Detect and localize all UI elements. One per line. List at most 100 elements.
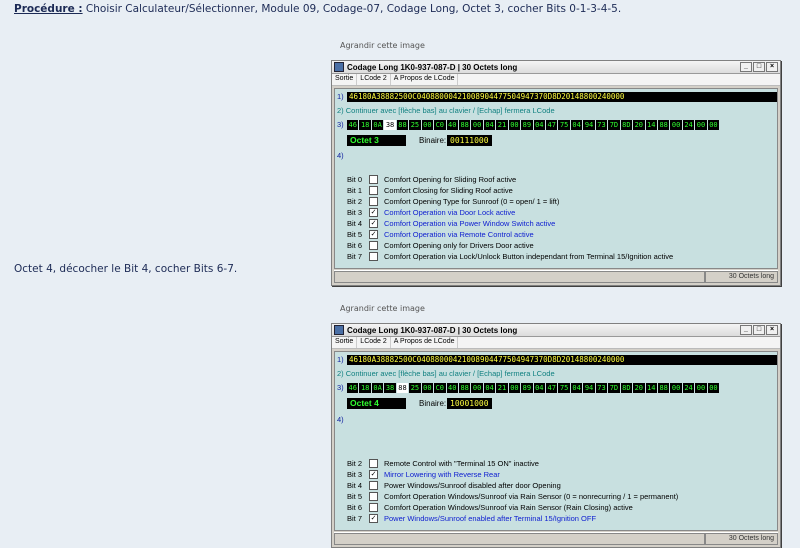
byte-cell[interactable]: 20 (633, 120, 645, 130)
byte-cell[interactable]: 47 (546, 383, 558, 393)
close-icon[interactable]: × (766, 325, 778, 335)
menu-item-2[interactable]: A Propos de LCode (391, 337, 459, 348)
byte-cell[interactable]: 88 (458, 383, 471, 393)
enlarge-image-caption-2[interactable]: Agrandir cette image (340, 304, 425, 313)
bit-checkbox[interactable]: ✓ (369, 207, 378, 217)
menu-item-2[interactable]: A Propos de LCode (391, 74, 459, 85)
bit-row[interactable]: Bit 5 Comfort Operation Windows/Sunroof v… (347, 491, 678, 501)
byte-cell[interactable]: 38 (384, 383, 396, 393)
bit-checkbox[interactable] (369, 185, 378, 195)
byte-cell[interactable]: 04 (570, 120, 583, 130)
byte-cell[interactable]: 88 (396, 383, 409, 393)
close-icon[interactable]: × (766, 62, 778, 72)
bit-row[interactable]: Bit 7 Comfort Operation via Lock/Unlock B… (347, 251, 673, 261)
byte-cell[interactable]: 04 (483, 383, 496, 393)
bit-checkbox[interactable]: ✓ (369, 229, 378, 239)
bit-row[interactable]: Bit 3 ✓ Mirror Lowering with Reverse Rear (347, 469, 500, 479)
menu-item-1[interactable]: LCode 2 (357, 337, 391, 348)
byte-cell[interactable]: 00 (695, 120, 707, 130)
bit-row[interactable]: Bit 6 Comfort Operation Windows/Sunroof v… (347, 502, 633, 512)
bit-row[interactable]: Bit 2 Comfort Opening Type for Sunroof (0… (347, 196, 559, 206)
bit-checkbox[interactable]: ✓ (369, 513, 378, 523)
byte-cell[interactable]: 88 (657, 120, 670, 130)
byte-cell[interactable]: 88 (458, 120, 471, 130)
byte-cell[interactable]: 00 (471, 383, 483, 393)
bit-row[interactable]: Bit 2 Remote Control with "Terminal 15 ON… (347, 458, 539, 468)
byte-cell[interactable]: 47 (546, 120, 558, 130)
byte-cell[interactable]: C0 (434, 383, 446, 393)
bit-checkbox[interactable] (369, 502, 378, 512)
byte-cell[interactable]: 73 (595, 120, 608, 130)
byte-cell[interactable]: 00 (508, 383, 521, 393)
byte-cell[interactable]: 20 (633, 383, 645, 393)
enlarge-image-caption-1[interactable]: Agrandir cette image (340, 41, 425, 50)
byte-cell[interactable]: 75 (558, 383, 570, 393)
bit-row[interactable]: Bit 4 ✓ Comfort Operation via Power Window… (347, 218, 555, 228)
byte-cell[interactable]: 88 (396, 120, 409, 130)
bit-checkbox[interactable] (369, 196, 378, 206)
bit-checkbox[interactable]: ✓ (369, 218, 378, 228)
byte-cell[interactable]: 18 (359, 383, 371, 393)
byte-cell[interactable]: 14 (645, 120, 657, 130)
byte-cell[interactable]: 00 (707, 383, 720, 393)
maximize-icon[interactable]: □ (753, 62, 765, 72)
byte-cell[interactable]: 46 (347, 120, 359, 130)
bit-checkbox[interactable] (369, 480, 378, 490)
byte-cell[interactable]: 24 (682, 383, 695, 393)
byte-cell[interactable]: 94 (583, 120, 595, 130)
bit-row[interactable]: Bit 0 Comfort Opening for Sliding Roof ac… (347, 174, 516, 184)
byte-cell[interactable]: 04 (483, 120, 496, 130)
byte-cell[interactable]: 89 (521, 383, 533, 393)
byte-cell[interactable]: 8D (620, 383, 633, 393)
bit-checkbox[interactable]: ✓ (369, 469, 378, 479)
byte-cell[interactable]: 25 (409, 120, 421, 130)
byte-cell[interactable]: 94 (583, 383, 595, 393)
byte-cell[interactable]: 04 (533, 383, 545, 393)
menu-item-0[interactable]: Sortie (332, 74, 358, 85)
byte-cell[interactable]: 14 (645, 383, 657, 393)
byte-cell[interactable]: 00 (508, 120, 521, 130)
byte-cell[interactable]: 00 (707, 120, 720, 130)
byte-cell[interactable]: 7D (608, 120, 620, 130)
byte-cell[interactable]: 21 (496, 120, 508, 130)
menu-item-1[interactable]: LCode 2 (357, 74, 391, 85)
byte-cell[interactable]: 00 (421, 383, 434, 393)
bit-checkbox[interactable] (369, 491, 378, 501)
long-coding-hex[interactable]: 46180A38882500C0408800042100890447750494… (347, 355, 777, 365)
bit-checkbox[interactable] (369, 174, 378, 184)
byte-cell[interactable]: 40 (446, 383, 458, 393)
byte-cell[interactable]: 25 (409, 383, 421, 393)
bit-row[interactable]: Bit 4 Power Windows/Sunroof disabled afte… (347, 480, 561, 490)
bit-row[interactable]: Bit 5 ✓ Comfort Operation via Remote Contr… (347, 229, 534, 239)
byte-cell[interactable]: 88 (657, 383, 670, 393)
byte-cell[interactable]: 04 (533, 120, 545, 130)
byte-cell[interactable]: 73 (595, 383, 608, 393)
byte-cell[interactable]: 0A (371, 383, 384, 393)
byte-cell[interactable]: 00 (421, 120, 434, 130)
bit-row[interactable]: Bit 7 ✓ Power Windows/Sunroof enabled afte… (347, 513, 596, 523)
byte-cell[interactable]: 8D (620, 120, 633, 130)
byte-cell[interactable]: 18 (359, 120, 371, 130)
byte-cell[interactable]: 21 (496, 383, 508, 393)
byte-cell[interactable]: C0 (434, 120, 446, 130)
bit-row[interactable]: Bit 6 Comfort Opening only for Drivers Do… (347, 240, 534, 250)
byte-cell[interactable]: 46 (347, 383, 359, 393)
minimize-icon[interactable]: _ (740, 62, 752, 72)
bit-checkbox[interactable] (369, 251, 378, 261)
byte-cell[interactable]: 00 (471, 120, 483, 130)
bit-row[interactable]: Bit 1 Comfort Closing for Sliding Roof ac… (347, 185, 513, 195)
byte-cell[interactable]: 89 (521, 120, 533, 130)
byte-cell[interactable]: 0A (371, 120, 384, 130)
long-coding-hex[interactable]: 46180A38882500C0408800042100890447750494… (347, 92, 777, 102)
byte-cell[interactable]: 00 (695, 383, 707, 393)
menu-item-0[interactable]: Sortie (332, 337, 358, 348)
byte-cell[interactable]: 40 (446, 120, 458, 130)
byte-cell[interactable]: 38 (384, 120, 396, 130)
byte-cell[interactable]: 00 (670, 120, 682, 130)
minimize-icon[interactable]: _ (740, 325, 752, 335)
byte-cell[interactable]: 7D (608, 383, 620, 393)
byte-cell[interactable]: 24 (682, 120, 695, 130)
byte-cell[interactable]: 04 (570, 383, 583, 393)
byte-cell[interactable]: 75 (558, 120, 570, 130)
bit-checkbox[interactable] (369, 458, 378, 468)
